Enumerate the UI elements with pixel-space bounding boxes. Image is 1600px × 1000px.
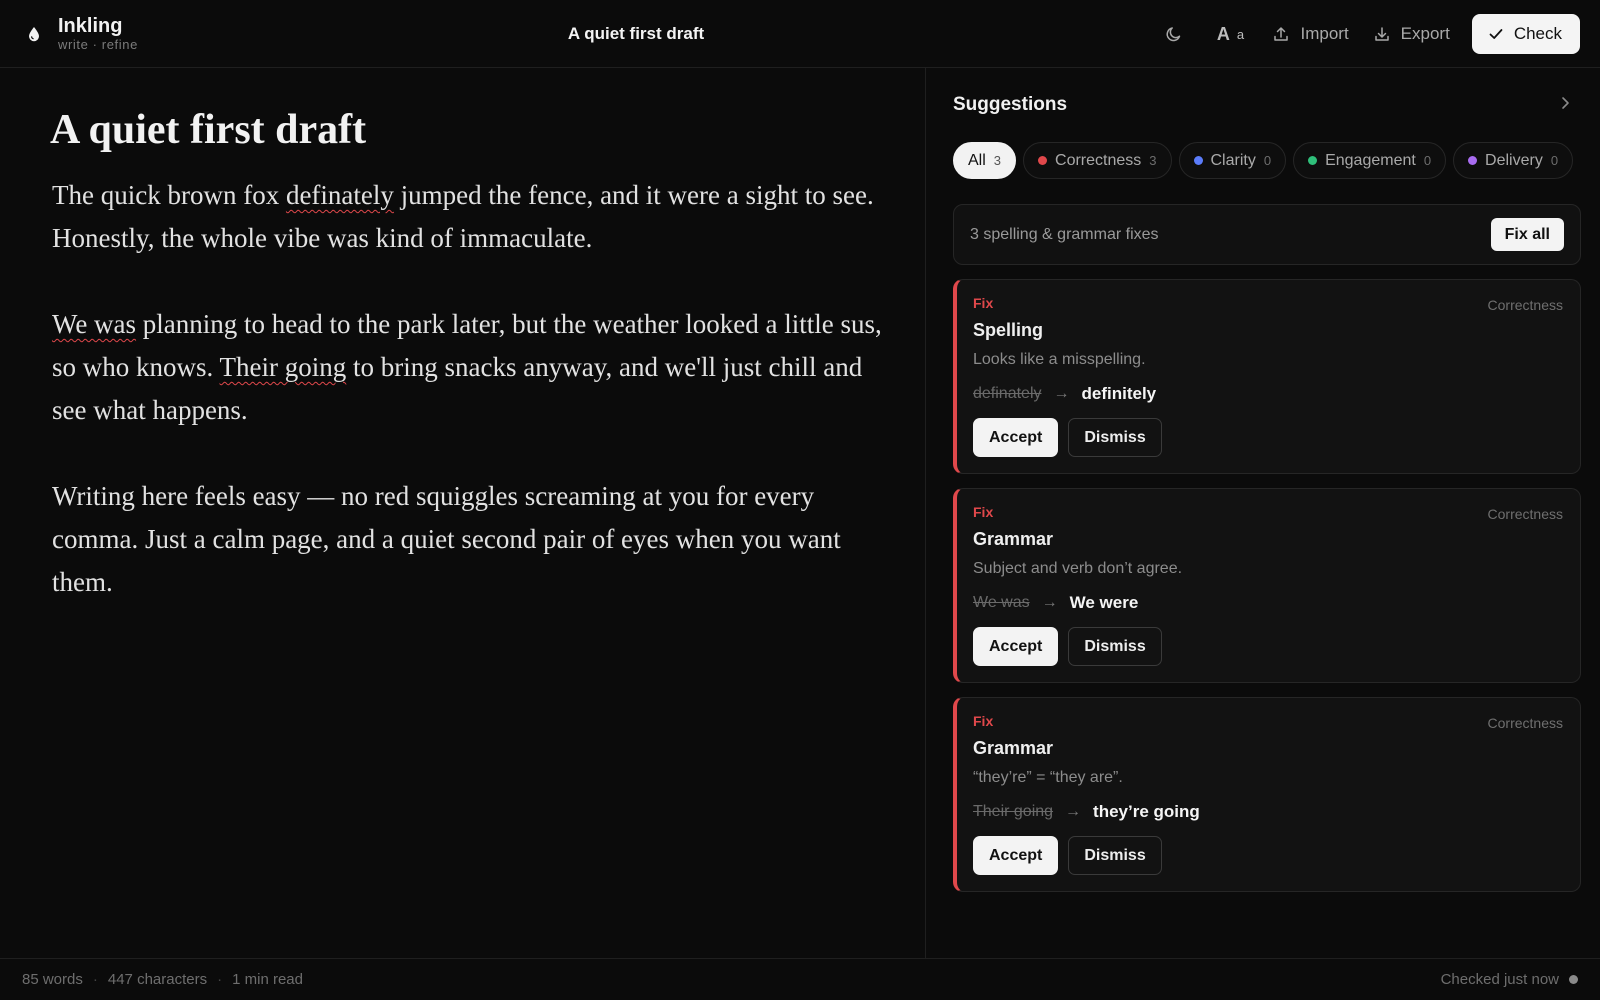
moon-icon (1166, 27, 1181, 42)
suggestions-title: Suggestions (953, 94, 1068, 115)
dismiss-button[interactable]: Dismiss (1068, 836, 1162, 875)
filter-chip-correctness[interactable]: Correctness 3 (1023, 142, 1172, 179)
editor-title[interactable]: A quiet first draft (50, 106, 873, 154)
fix-all-button[interactable]: Fix all (1490, 218, 1564, 251)
word-count: 85 words (22, 971, 83, 988)
replacement-text: they’re going (1093, 802, 1200, 821)
separator: · (217, 971, 223, 988)
character-count: 447 characters (107, 971, 208, 988)
filter-chip-delivery[interactable]: Delivery 0 (1453, 142, 1574, 179)
flagged-phrase-we-was[interactable]: We was (52, 309, 136, 339)
accept-button[interactable]: Accept (973, 418, 1059, 457)
suggestions-panel: Suggestions All 3 Correctness 3 Clarity … (927, 68, 1600, 958)
replacement-text: We were (1069, 593, 1139, 612)
accept-button[interactable]: Accept (973, 836, 1059, 875)
font-size-small-glyph: a (1236, 26, 1245, 42)
suggestion-actions: Accept Dismiss (973, 418, 1562, 457)
toolbar: A a Import Export Check (1148, 13, 1580, 55)
clarity-dot-icon (1193, 156, 1203, 165)
check-button[interactable]: Check (1471, 14, 1580, 54)
arrow-right-icon: → (1065, 803, 1082, 820)
check-icon (1489, 29, 1503, 39)
font-size-button[interactable]: A a (1200, 13, 1260, 55)
filter-label: Clarity (1210, 151, 1256, 169)
editor-paragraph-2[interactable]: We was planning to head to the park late… (52, 303, 892, 432)
suggestion-actions: Accept Dismiss (973, 627, 1562, 666)
engagement-dot-icon (1308, 156, 1318, 165)
theme-toggle-button[interactable] (1148, 13, 1200, 55)
filter-count: 0 (1550, 153, 1559, 168)
original-text: definately (973, 385, 1042, 402)
filter-chip-engagement[interactable]: Engagement 0 (1293, 142, 1447, 179)
top-bar: Inkling write · refine A quiet first dra… (0, 0, 1600, 68)
dismiss-button[interactable]: Dismiss (1068, 627, 1162, 666)
check-status: Checked just now (1441, 971, 1578, 988)
suggestion-heading: Grammar (973, 529, 1054, 549)
check-status-text: Checked just now (1440, 971, 1559, 988)
filter-label: Correctness (1055, 151, 1142, 169)
suggestion-card-spelling[interactable]: Fix Correctness Spelling Looks like a mi… (953, 279, 1581, 474)
filter-label: Delivery (1485, 151, 1543, 169)
filter-chips: All 3 Correctness 3 Clarity 0 Engagement… (953, 142, 1577, 179)
fix-summary-text: 3 spelling & grammar fixes (970, 225, 1159, 243)
suggestion-description: Subject and verb don’t agree. (973, 560, 1183, 577)
filter-count: 0 (1263, 153, 1272, 168)
text-run: The quick brown fox (52, 180, 286, 210)
flagged-word-definately[interactable]: definately (286, 180, 394, 210)
suggestion-description: “they’re” = “they are”. (973, 769, 1123, 786)
editor-pane[interactable]: A quiet first draft The quick brown fox … (0, 68, 926, 958)
document-stats: 85 words · 447 characters · 1 min read (22, 971, 303, 988)
suggestion-category: Correctness (1487, 506, 1563, 522)
suggestion-category: Correctness (1487, 297, 1563, 313)
status-dot-icon (1569, 975, 1578, 984)
suggestion-actions: Accept Dismiss (973, 836, 1562, 875)
font-size-large-glyph: A (1216, 23, 1230, 44)
suggestion-kind: Fix (973, 295, 994, 311)
original-text: We was (973, 594, 1030, 611)
suggestion-change: definately → definitely (973, 384, 1562, 404)
status-bar: 85 words · 447 characters · 1 min read C… (0, 958, 1600, 1000)
upload-icon (1274, 27, 1289, 41)
download-icon (1374, 27, 1389, 41)
filter-chip-clarity[interactable]: Clarity 0 (1178, 142, 1287, 179)
accept-button[interactable]: Accept (973, 627, 1059, 666)
read-time: 1 min read (232, 971, 303, 988)
import-button[interactable]: Import (1260, 13, 1360, 55)
original-text: Their going (973, 803, 1054, 820)
dismiss-button[interactable]: Dismiss (1068, 418, 1162, 457)
separator: · (92, 971, 98, 988)
suggestion-change: Their going → they’re going (973, 802, 1562, 822)
suggestion-heading: Grammar (973, 738, 1054, 758)
suggestion-card-grammar[interactable]: Fix Correctness Grammar “they’re” = “the… (953, 697, 1581, 892)
document-title[interactable]: A quiet first draft (0, 24, 1272, 44)
export-button[interactable]: Export (1361, 13, 1462, 55)
suggestion-heading: Spelling (973, 320, 1044, 340)
suggestions-header: Suggestions (950, 68, 1577, 142)
chevron-right-icon[interactable] (1557, 95, 1573, 116)
filter-chip-all[interactable]: All 3 (953, 142, 1017, 179)
fix-summary-bar: 3 spelling & grammar fixes Fix all (953, 204, 1581, 265)
suggestion-kind: Fix (973, 713, 994, 729)
import-label: Import (1300, 24, 1349, 43)
flagged-phrase-their-going[interactable]: Their going (220, 352, 347, 382)
filter-label: Engagement (1325, 151, 1416, 169)
suggestion-card-grammar[interactable]: Fix Correctness Grammar Subject and verb… (953, 488, 1581, 683)
filter-count: 3 (1149, 153, 1157, 168)
suggestion-category: Correctness (1487, 715, 1563, 731)
arrow-right-icon: → (1041, 594, 1058, 611)
correctness-dot-icon (1038, 156, 1048, 165)
check-label: Check (1513, 24, 1562, 43)
filter-count: 0 (1423, 153, 1432, 168)
replacement-text: definitely (1081, 384, 1157, 403)
delivery-dot-icon (1468, 156, 1478, 165)
suggestion-change: We was → We were (973, 593, 1562, 613)
filter-label: All (968, 151, 986, 169)
editor-paragraph-3[interactable]: Writing here feels easy — no red squiggl… (52, 475, 892, 604)
suggestion-description: Looks like a misspelling. (973, 351, 1146, 368)
arrow-right-icon: → (1053, 385, 1070, 402)
suggestion-kind: Fix (973, 504, 994, 520)
export-label: Export (1400, 24, 1450, 43)
editor-paragraph-1[interactable]: The quick brown fox definately jumped th… (52, 174, 892, 260)
filter-count: 3 (993, 153, 1002, 168)
